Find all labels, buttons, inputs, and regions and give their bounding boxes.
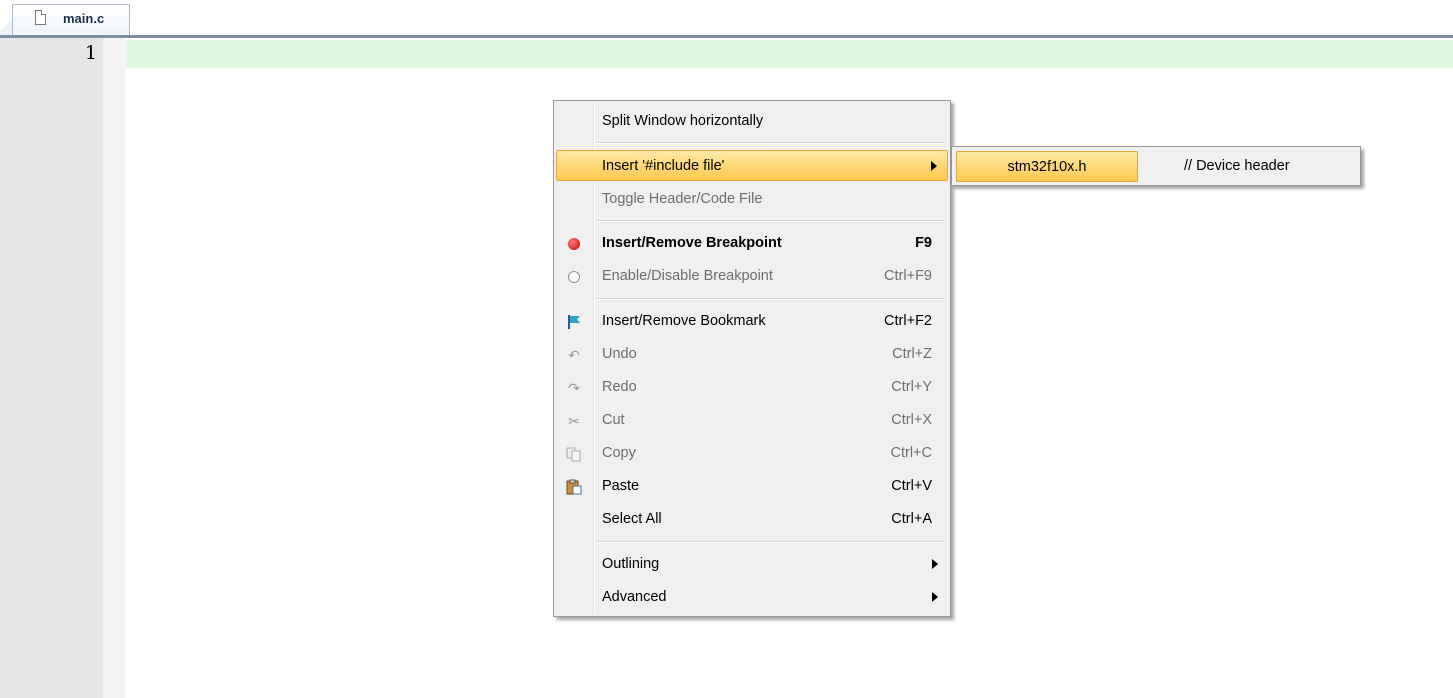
submenu-arrow-icon <box>932 592 938 602</box>
tab-label: main.c <box>63 11 105 26</box>
menu-item-select-all[interactable]: Select All Ctrl+A <box>556 504 948 535</box>
editor-tab-strip: main.c <box>0 0 1453 38</box>
menu-item-label: Insert '#include file' <box>602 158 725 174</box>
menu-item-label: Undo <box>602 346 637 362</box>
menu-item-advanced[interactable]: Advanced <box>556 582 948 613</box>
bookmark-flag-icon <box>566 314 582 330</box>
undo-icon: ↶ <box>568 347 580 363</box>
menu-item-label: Copy <box>602 445 636 461</box>
file-icon <box>35 10 46 25</box>
menu-item-label: Cut <box>602 412 625 428</box>
include-file-option[interactable]: stm32f10x.h <box>956 151 1138 182</box>
menu-item-shortcut: Ctrl+V <box>891 478 932 494</box>
fold-margin[interactable] <box>103 38 125 698</box>
menu-item-label: Toggle Header/Code File <box>602 191 763 207</box>
menu-item-shortcut: F9 <box>915 235 932 251</box>
menu-item-outlining[interactable]: Outlining <box>556 549 948 580</box>
redo-icon: ↷ <box>568 380 580 396</box>
menu-item-split-window[interactable]: Split Window horizontally <box>556 106 948 137</box>
menu-item-label: Select All <box>602 511 662 527</box>
menu-item-copy[interactable]: Copy Ctrl+C <box>556 438 948 469</box>
line-number: 1 <box>84 42 97 64</box>
include-file-name: stm32f10x.h <box>1007 159 1087 175</box>
menu-item-cut[interactable]: ✂ Cut Ctrl+X <box>556 405 948 436</box>
menu-item-shortcut: Ctrl+F9 <box>884 268 932 284</box>
menu-item-shortcut: Ctrl+F2 <box>884 313 932 329</box>
paste-icon <box>566 479 582 495</box>
current-line-highlight[interactable] <box>125 40 1453 68</box>
menu-item-insert-bookmark[interactable]: Insert/Remove Bookmark Ctrl+F2 <box>556 306 948 337</box>
menu-item-shortcut: Ctrl+C <box>890 445 933 461</box>
menu-separator <box>596 541 946 543</box>
menu-item-undo[interactable]: ↶ Undo Ctrl+Z <box>556 339 948 370</box>
tab-main-c[interactable]: main.c <box>12 4 130 36</box>
menu-item-shortcut: Ctrl+X <box>891 412 932 428</box>
submenu-arrow-icon <box>931 161 937 171</box>
menu-item-label: Advanced <box>602 589 667 605</box>
menu-item-paste[interactable]: Paste Ctrl+V <box>556 471 948 502</box>
menu-item-label: Redo <box>602 379 637 395</box>
copy-icon <box>566 446 582 462</box>
menu-separator <box>596 220 946 222</box>
menu-item-label: Outlining <box>602 556 660 572</box>
tab-underline <box>0 35 1453 38</box>
menu-item-label: Enable/Disable Breakpoint <box>602 268 773 284</box>
menu-item-shortcut: Ctrl+Y <box>891 379 932 395</box>
menu-item-label: Insert/Remove Breakpoint <box>602 235 782 251</box>
menu-separator <box>596 298 946 300</box>
menu-item-toggle-header[interactable]: Toggle Header/Code File <box>556 184 948 215</box>
editor-context-menu: Split Window horizontally Insert '#inclu… <box>553 100 951 617</box>
submenu-arrow-icon <box>932 559 938 569</box>
line-number-gutter: 1 <box>0 38 103 698</box>
menu-item-redo[interactable]: ↷ Redo Ctrl+Y <box>556 372 948 403</box>
menu-item-shortcut: Ctrl+Z <box>892 346 932 362</box>
menu-item-insert-breakpoint[interactable]: Insert/Remove Breakpoint F9 <box>556 228 948 259</box>
menu-separator <box>596 142 946 144</box>
breakpoint-icon <box>568 238 580 250</box>
scissors-icon: ✂ <box>568 413 580 429</box>
include-file-submenu: stm32f10x.h // Device header <box>951 146 1361 186</box>
menu-item-shortcut: Ctrl+A <box>891 511 932 527</box>
breakpoint-disabled-icon <box>568 271 580 283</box>
menu-item-insert-include[interactable]: Insert '#include file' <box>556 150 948 181</box>
menu-item-label: Split Window horizontally <box>602 113 764 129</box>
menu-item-enable-breakpoint[interactable]: Enable/Disable Breakpoint Ctrl+F9 <box>556 261 948 292</box>
menu-item-label: Insert/Remove Bookmark <box>602 313 766 329</box>
include-file-comment: // Device header <box>1184 158 1290 174</box>
menu-item-label: Paste <box>602 478 640 494</box>
